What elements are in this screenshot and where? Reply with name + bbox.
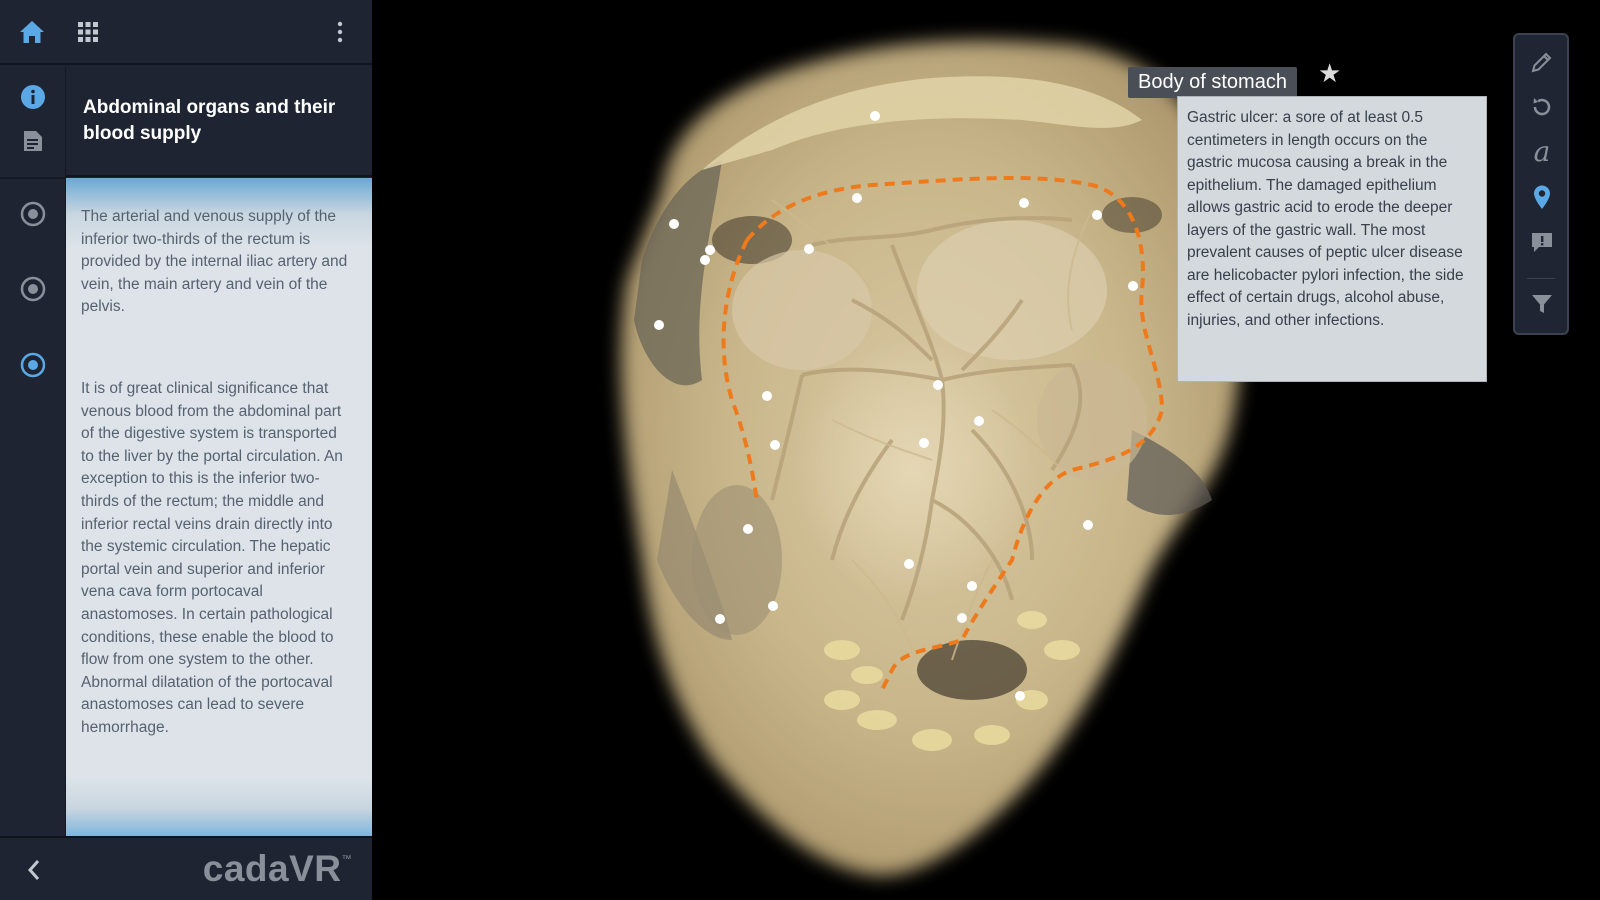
chevron-left-icon[interactable] (18, 854, 50, 886)
target-icon-active[interactable] (17, 349, 49, 381)
target-icon[interactable] (17, 198, 49, 230)
pencil-icon[interactable] (1527, 47, 1557, 77)
info-popup-text: Gastric ulcer: a sore of at least 0.5 ce… (1187, 109, 1464, 329)
comment-icon[interactable] (1527, 227, 1557, 257)
annotation-icon[interactable]: a (1527, 137, 1557, 167)
filter-icon[interactable] (1527, 289, 1557, 319)
bottom-bar: cadaVR™ (0, 836, 372, 900)
icon-rail (0, 67, 66, 836)
info-popup: Gastric ulcer: a sore of at least 0.5 ce… (1177, 96, 1487, 382)
lesson-header: Abdominal organs and their blood supply (66, 67, 372, 177)
left-panel: Abdominal organs and their blood supply … (0, 0, 372, 900)
notes-icon[interactable] (17, 125, 49, 157)
rail-divider (0, 177, 66, 179)
pin-icon[interactable] (1527, 182, 1557, 212)
page-title: Abdominal organs and their blood supply (83, 97, 336, 144)
lesson-paragraph: It is of great clinical significance tha… (81, 380, 343, 736)
target-icon[interactable] (17, 273, 49, 305)
lesson-paragraph: The arterial and venous supply of the in… (81, 208, 348, 316)
home-icon[interactable] (16, 16, 48, 48)
app-logo: cadaVR™ (202, 848, 352, 889)
right-toolbar: a (1513, 33, 1569, 335)
lesson-content[interactable]: The arterial and venous supply of the in… (66, 178, 372, 836)
star-icon[interactable]: ★ (1318, 60, 1341, 86)
grid-icon[interactable] (72, 16, 104, 48)
more-vertical-icon[interactable] (324, 16, 356, 48)
reset-icon[interactable] (1527, 92, 1557, 122)
structure-label[interactable]: Body of stomach (1128, 67, 1297, 98)
info-icon[interactable] (17, 81, 49, 113)
top-bar (0, 0, 372, 65)
toolbar-divider (1527, 278, 1555, 279)
